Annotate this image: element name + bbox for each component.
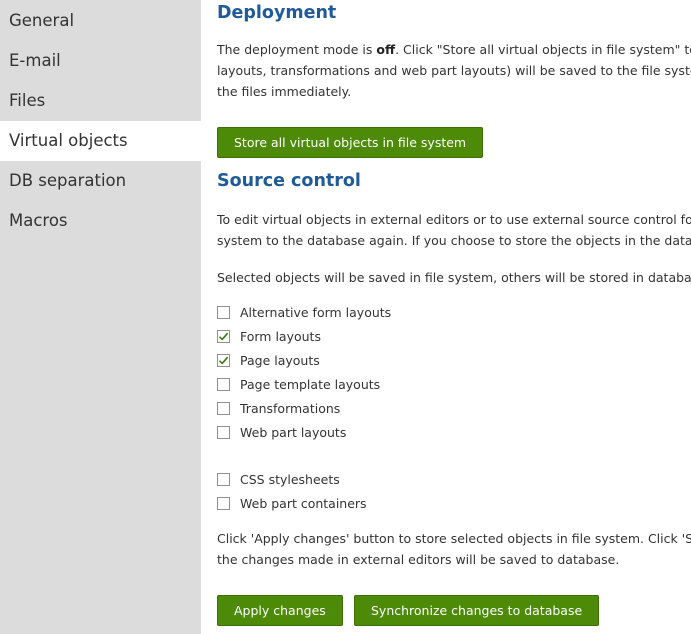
apply-description-line2: the changes made in external editors wil… xyxy=(217,552,620,567)
checkbox-row[interactable]: Web part containers xyxy=(217,493,367,513)
checkbox-row[interactable]: Alternative form layouts xyxy=(217,302,391,322)
checkbox-label: Page template layouts xyxy=(240,376,381,392)
deployment-description-line3: the files immediately. xyxy=(217,84,352,99)
sidebar-nav: General E-mail Files Virtual objects DB … xyxy=(0,0,201,634)
main-content: Deployment The deployment mode is off. C… xyxy=(217,0,691,634)
source-control-heading: Source control xyxy=(217,171,361,191)
checkbox-row[interactable]: Web part layouts xyxy=(217,422,346,442)
sidebar-item-macros[interactable]: Macros xyxy=(0,201,201,241)
store-all-virtual-objects-button[interactable]: Store all virtual objects in file system xyxy=(217,127,484,158)
checkbox-unchecked[interactable] xyxy=(217,472,230,486)
sidebar-item-files[interactable]: Files xyxy=(0,81,201,121)
checkbox-row[interactable]: Form layouts xyxy=(217,326,321,346)
checkbox-checked[interactable] xyxy=(217,353,230,367)
sidebar-item-email[interactable]: E-mail xyxy=(0,41,201,81)
checkbox-row[interactable]: Page layouts xyxy=(217,350,320,370)
apply-changes-button[interactable]: Apply changes xyxy=(217,595,343,626)
deployment-text-prefix: The deployment mode is xyxy=(217,42,377,57)
checkmark-icon xyxy=(218,332,229,341)
deployment-description-line1: The deployment mode is off. Click "Store… xyxy=(217,39,691,60)
checkbox-label: Page layouts xyxy=(240,352,320,368)
checkbox-unchecked[interactable] xyxy=(217,401,230,415)
sidebar-item-db-separation[interactable]: DB separation xyxy=(0,161,201,201)
synchronize-changes-button[interactable]: Synchronize changes to database xyxy=(354,595,600,626)
checkbox-label: Web part layouts xyxy=(240,424,347,440)
checkbox-checked[interactable] xyxy=(217,329,230,343)
checkbox-row[interactable]: CSS stylesheets xyxy=(217,469,340,489)
sidebar-item-general[interactable]: General xyxy=(0,1,201,41)
checkbox-unchecked[interactable] xyxy=(217,377,230,391)
checkbox-row[interactable]: Page template layouts xyxy=(217,374,380,394)
checkbox-label: Web part containers xyxy=(240,495,367,511)
sidebar-item-virtual-objects[interactable]: Virtual objects xyxy=(0,121,201,161)
checkbox-unchecked[interactable] xyxy=(217,496,230,510)
apply-description-line1: Click 'Apply changes' button to store se… xyxy=(217,531,691,546)
checkbox-unchecked[interactable] xyxy=(217,425,230,439)
checkbox-label: CSS stylesheets xyxy=(240,471,340,487)
deployment-heading: Deployment xyxy=(217,3,337,23)
source-control-description-line1: To edit virtual objects in external edit… xyxy=(217,212,691,227)
checkbox-label: Form layouts xyxy=(240,328,321,344)
deployment-text-suffix: . Click "Store all virtual objects in fi… xyxy=(395,42,691,57)
checkbox-row[interactable]: Transformations xyxy=(217,398,340,418)
checkmark-icon xyxy=(218,356,229,365)
checkbox-label: Transformations xyxy=(240,400,341,416)
deployment-description-line2: layouts, transformations and web part la… xyxy=(217,63,691,78)
deployment-mode-value: off xyxy=(376,42,396,57)
checkbox-label: Alternative form layouts xyxy=(240,304,392,320)
source-control-description-line2: system to the database again. If you cho… xyxy=(217,233,691,248)
selected-objects-text: Selected objects will be saved in file s… xyxy=(217,270,691,285)
checkbox-unchecked[interactable] xyxy=(217,305,230,319)
